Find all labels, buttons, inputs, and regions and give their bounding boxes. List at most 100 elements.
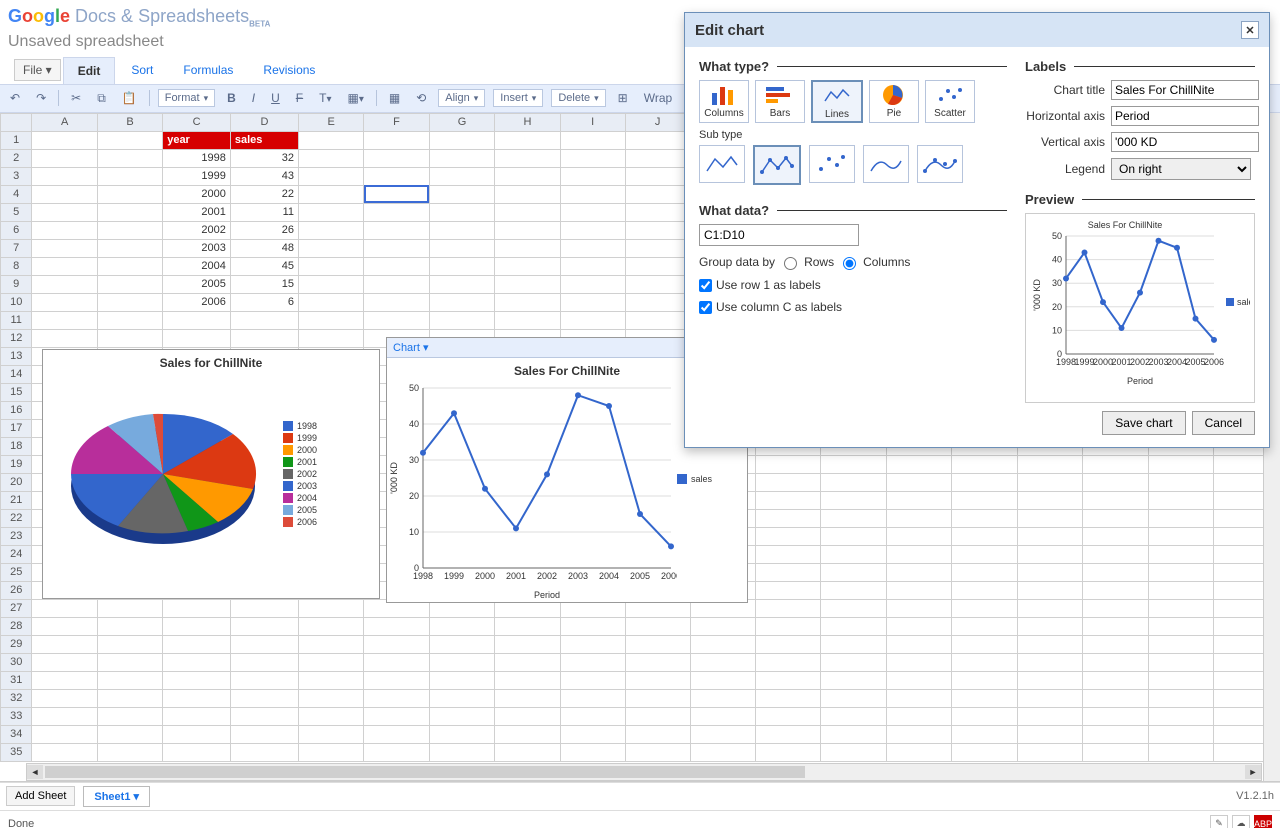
svg-text:10: 10 xyxy=(409,527,419,537)
type-bars[interactable]: Bars xyxy=(755,80,805,123)
vaxis-input[interactable] xyxy=(1111,132,1259,152)
svg-text:2004: 2004 xyxy=(1167,357,1187,367)
pie-legend: 199819992000200120022003200420052006 xyxy=(283,419,317,529)
pie-chart[interactable]: Sales for ChillNite 19981999200020012002… xyxy=(42,349,380,599)
dialog-title: Edit chart xyxy=(695,22,764,39)
status-text: Done xyxy=(8,818,34,828)
sheet-tab[interactable]: Sheet1 xyxy=(83,786,150,807)
textcolor-icon[interactable]: T▾ xyxy=(315,89,335,107)
fillcolor-icon[interactable]: ▦▾ xyxy=(344,89,368,107)
subtype-4[interactable] xyxy=(863,145,909,183)
redo-icon[interactable]: ↷ xyxy=(32,89,50,107)
svg-text:2006: 2006 xyxy=(1204,357,1224,367)
svg-text:2000: 2000 xyxy=(475,571,495,581)
copy-icon[interactable]: ⧉ xyxy=(93,89,110,108)
subtype-1[interactable] xyxy=(699,145,745,183)
svg-text:2001: 2001 xyxy=(506,571,526,581)
pie-chart-svg xyxy=(43,379,283,569)
svg-text:1998: 1998 xyxy=(413,571,433,581)
delete-menu[interactable]: Delete xyxy=(551,89,605,107)
svg-text:2002: 2002 xyxy=(537,571,557,581)
preview-box: Sales For ChillNite010203040501998199920… xyxy=(1025,213,1255,403)
cut-icon[interactable]: ✂ xyxy=(67,89,85,107)
align-menu[interactable]: Align xyxy=(438,89,485,107)
underline-icon[interactable]: U xyxy=(267,89,284,107)
svg-text:sales: sales xyxy=(1237,297,1250,307)
subtype-2[interactable] xyxy=(753,145,801,185)
svg-text:20: 20 xyxy=(1052,302,1062,312)
type-lines[interactable]: Lines xyxy=(811,80,863,123)
file-menu[interactable]: File ▾ xyxy=(14,59,61,81)
svg-text:1998: 1998 xyxy=(1056,357,1076,367)
scroll-right-icon[interactable]: ► xyxy=(1245,765,1261,779)
svg-text:30: 30 xyxy=(1052,278,1062,288)
tray-icon[interactable]: ✎ xyxy=(1210,815,1228,828)
use-row1-checkbox[interactable] xyxy=(699,279,712,292)
insert-menu[interactable]: Insert xyxy=(493,89,543,107)
scroll-left-icon[interactable]: ◄ xyxy=(27,765,43,779)
chart-title-input[interactable] xyxy=(1111,80,1259,100)
svg-text:1999: 1999 xyxy=(444,571,464,581)
svg-text:Period: Period xyxy=(1127,376,1153,386)
what-type-label: What type? xyxy=(699,59,1007,74)
subtype-5[interactable] xyxy=(917,145,963,183)
svg-text:2004: 2004 xyxy=(599,571,619,581)
group-rows-radio[interactable] xyxy=(784,257,797,270)
type-pie[interactable]: Pie xyxy=(869,80,919,123)
svg-text:2006: 2006 xyxy=(661,571,677,581)
legend-select[interactable]: On right xyxy=(1111,158,1251,180)
svg-text:30: 30 xyxy=(409,455,419,465)
group-columns-radio[interactable] xyxy=(843,257,856,270)
tab-edit[interactable]: Edit xyxy=(63,57,116,84)
wrap-toggle[interactable]: Wrap xyxy=(640,89,676,107)
svg-text:2005: 2005 xyxy=(1185,357,1205,367)
svg-text:40: 40 xyxy=(409,419,419,429)
abp-icon[interactable]: ABP xyxy=(1254,815,1272,828)
tab-formulas[interactable]: Formulas xyxy=(169,57,247,83)
svg-text:Period: Period xyxy=(534,590,560,600)
format-menu[interactable]: Format xyxy=(158,89,215,107)
labels-heading: Labels xyxy=(1025,59,1255,74)
what-data-label: What data? xyxy=(699,203,1007,218)
undo-icon[interactable]: ↶ xyxy=(6,89,24,107)
add-sheet-button[interactable]: Add Sheet xyxy=(6,786,75,806)
horizontal-scrollbar[interactable]: ◄ ► xyxy=(26,763,1262,781)
strike-icon[interactable]: F xyxy=(292,89,307,107)
cancel-button[interactable]: Cancel xyxy=(1192,411,1255,435)
border-icon[interactable]: ▦ xyxy=(385,89,404,107)
type-scatter[interactable]: Scatter xyxy=(925,80,975,123)
subtype-3[interactable] xyxy=(809,145,855,183)
svg-text:50: 50 xyxy=(409,383,419,393)
svg-text:40: 40 xyxy=(1052,255,1062,265)
tab-revisions[interactable]: Revisions xyxy=(249,57,329,83)
tab-sort[interactable]: Sort xyxy=(117,57,167,83)
range-input[interactable] xyxy=(699,224,859,246)
merge-icon[interactable]: ⊞ xyxy=(614,89,632,107)
italic-icon[interactable]: I xyxy=(248,89,259,107)
svg-text:2002: 2002 xyxy=(1130,357,1150,367)
svg-text:20: 20 xyxy=(409,491,419,501)
svg-text:1999: 1999 xyxy=(1074,357,1094,367)
svg-text:2003: 2003 xyxy=(1148,357,1168,367)
clear-icon[interactable]: ⟲ xyxy=(412,89,430,107)
bold-icon[interactable]: B xyxy=(223,89,240,107)
svg-text:2000: 2000 xyxy=(1093,357,1113,367)
svg-text:10: 10 xyxy=(1052,325,1062,335)
subtype-label: Sub type xyxy=(699,129,1007,141)
line-chart-svg: 0102030405019981999200020012002200320042… xyxy=(387,382,677,602)
type-columns[interactable]: Columns xyxy=(699,80,749,123)
paste-icon[interactable]: 📋 xyxy=(118,89,141,107)
haxis-input[interactable] xyxy=(1111,106,1259,126)
use-colc-checkbox[interactable] xyxy=(699,301,712,314)
svg-text:2001: 2001 xyxy=(1111,357,1131,367)
svg-text:Sales For ChillNite: Sales For ChillNite xyxy=(1088,220,1163,230)
scroll-thumb[interactable] xyxy=(45,766,805,778)
tray-icon[interactable]: ☁ xyxy=(1232,815,1250,828)
svg-text:50: 50 xyxy=(1052,231,1062,241)
pie-chart-title: Sales for ChillNite xyxy=(43,356,379,370)
svg-text:'000 KD: '000 KD xyxy=(1032,279,1042,311)
save-chart-button[interactable]: Save chart xyxy=(1102,411,1185,435)
svg-text:2003: 2003 xyxy=(568,571,588,581)
version-label: V1.2.1h xyxy=(1236,790,1274,802)
close-icon[interactable]: ✕ xyxy=(1241,21,1259,39)
